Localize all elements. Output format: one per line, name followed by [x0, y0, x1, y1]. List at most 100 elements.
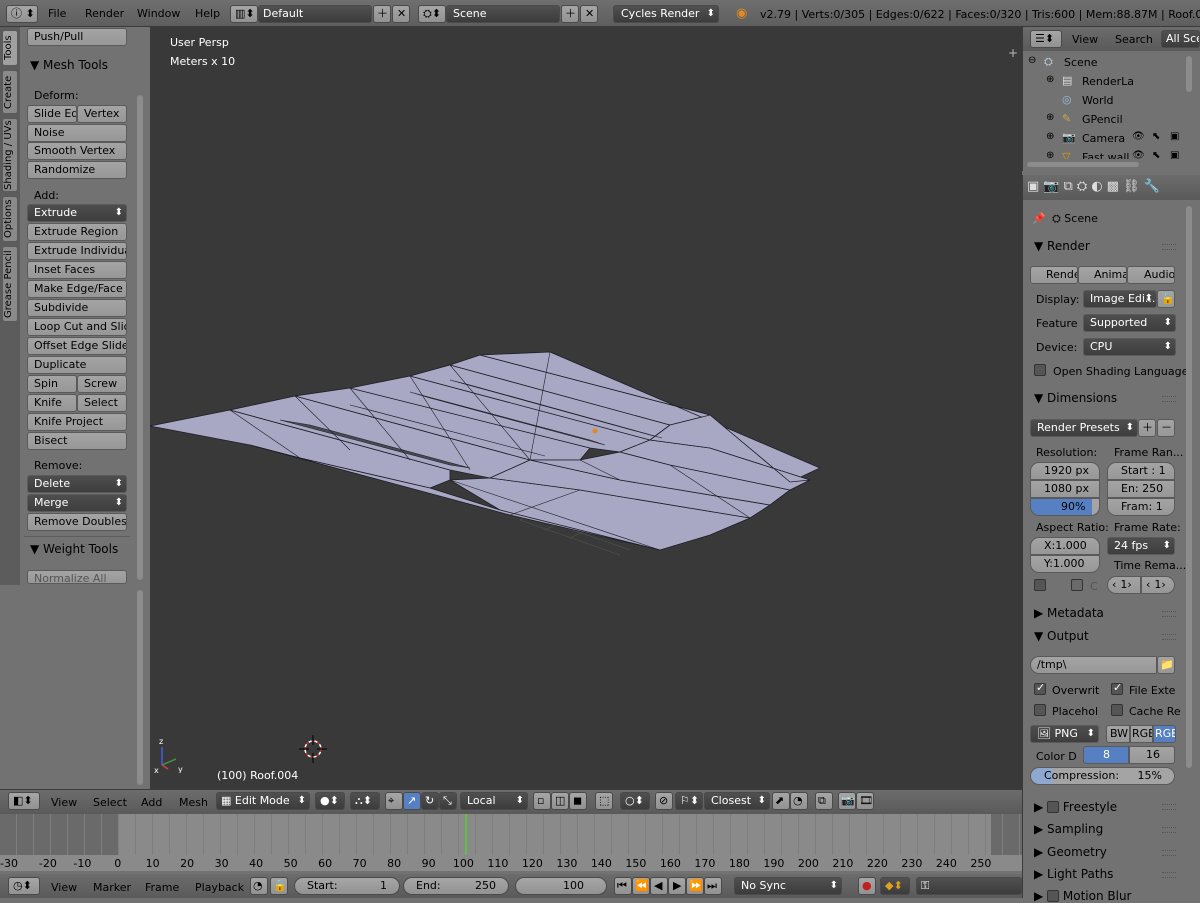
jump-keyframe-forward-icon[interactable]: ⏩ — [686, 877, 704, 895]
color-depth-8-button[interactable]: 8 — [1083, 746, 1129, 764]
overwrite-checkbox[interactable] — [1034, 681, 1046, 695]
toolshelf-scrollbar[interactable] — [137, 95, 143, 580]
color-rgb-button[interactable]: RGB — [1130, 725, 1153, 743]
play-reverse-icon[interactable]: ◀ — [650, 877, 668, 895]
keyframe-insert-icon[interactable]: ⚿ — [916, 877, 1022, 895]
expand-properties-icon[interactable]: + — [1008, 46, 1018, 60]
display-dropdown[interactable]: Image Edi... — [1083, 290, 1157, 308]
frame-start-field[interactable]: Start : 1 — [1107, 462, 1175, 480]
menu-help[interactable]: Help — [195, 7, 220, 20]
duplicate-button[interactable]: Duplicate — [27, 356, 127, 374]
menu-window[interactable]: Window — [137, 7, 180, 20]
3d-cursor-icon[interactable] — [299, 735, 327, 763]
playhead[interactable] — [465, 814, 467, 859]
timeline-menu-playback[interactable]: Playback — [195, 881, 244, 894]
feature-set-dropdown[interactable]: Supported — [1083, 314, 1176, 332]
frame-rate-dropdown[interactable]: 24 fps — [1107, 537, 1175, 555]
outliner-item[interactable]: ⊕ ▽ Fast wall 👁 ⬉ ▣ — [1028, 149, 1188, 159]
output-path-field[interactable]: /tmp\ — [1030, 656, 1157, 674]
opengl-render-icon[interactable]: ⧉ — [815, 792, 833, 810]
outliner-item[interactable]: ⊕ ▤ RenderLa — [1028, 73, 1188, 91]
remove-doubles-button[interactable]: Remove Doubles — [27, 513, 127, 531]
viewport-shading-dropdown[interactable]: ●⬍ — [315, 792, 345, 810]
translate-manipulator-icon[interactable]: ↗ — [403, 792, 421, 810]
renderability-camera-icon[interactable]: ▣ — [1170, 150, 1179, 159]
selectability-cursor-icon[interactable]: ⬉ — [1152, 150, 1160, 159]
tab-options[interactable]: Options — [2, 196, 18, 242]
border-checkbox[interactable] — [1034, 579, 1046, 591]
render-context-icon[interactable]: 📷 — [1043, 179, 1063, 194]
smooth-vertex-button[interactable]: Smooth Vertex — [27, 142, 127, 160]
snap-project-icon[interactable]: ◔ — [790, 792, 808, 810]
tab-tools[interactable]: Tools — [2, 30, 18, 66]
expand-toggle-icon[interactable]: ⊕ — [1046, 112, 1054, 123]
snap-toggle-icon[interactable]: ⊘ — [655, 792, 673, 810]
menu-mesh[interactable]: Mesh — [179, 796, 208, 809]
editor-type-timeline-button[interactable]: ◷⬍ — [8, 877, 40, 895]
start-frame-field[interactable]: Start: 1 — [294, 877, 400, 895]
sampling-panel-grip[interactable] — [1162, 827, 1176, 833]
preview-range-icon[interactable]: ◔ — [250, 877, 268, 895]
animation-button[interactable]: Anima — [1078, 266, 1127, 284]
time-remap-old-field[interactable]: ‹ 1› — [1107, 576, 1141, 594]
menu-view[interactable]: View — [51, 796, 77, 809]
expand-toggle-icon[interactable]: ⊕ — [1046, 131, 1054, 142]
add-preset-icon[interactable]: ＋ — [1138, 419, 1156, 437]
normalize-all-button[interactable]: Normalize All — [27, 570, 127, 584]
freestyle-panel-grip[interactable] — [1162, 804, 1176, 810]
outliner-item[interactable]: ◎ World — [1028, 92, 1188, 110]
frame-step-field[interactable]: Fram: 1 — [1107, 498, 1175, 516]
outliner-display-mode[interactable]: All Sce — [1161, 30, 1200, 48]
render-presets-dropdown[interactable]: Render Presets — [1030, 419, 1138, 437]
resolution-percent-field[interactable]: 90% — [1030, 498, 1100, 516]
merge-dropdown[interactable]: Merge — [27, 494, 127, 512]
auto-keying-icon[interactable]: ● — [858, 877, 876, 895]
motion-blur-checkbox[interactable] — [1047, 890, 1060, 902]
outliner-menu-view[interactable]: View — [1072, 33, 1098, 46]
knife-button[interactable]: Knife — [27, 394, 77, 412]
freestyle-checkbox[interactable] — [1047, 801, 1060, 813]
freestyle-panel-header[interactable]: ▶ Freestyle — [1034, 799, 1117, 814]
aspect-x-field[interactable]: X:1.000 — [1030, 537, 1100, 555]
outliner-item[interactable]: ⊖ ⛭ Scene — [1028, 54, 1188, 72]
file-browse-icon[interactable]: 📁 — [1157, 656, 1175, 674]
randomize-button[interactable]: Randomize — [27, 161, 127, 179]
light-paths-panel-grip[interactable] — [1162, 872, 1176, 878]
noise-button[interactable]: Noise — [27, 124, 127, 142]
vertex-slide-button[interactable]: Vertex — [77, 105, 127, 123]
proportional-edit-dropdown[interactable]: ○⬍ — [620, 792, 650, 810]
editor-type-outliner-button[interactable]: ☰⬍ — [1030, 30, 1062, 48]
compression-slider[interactable]: Compression: 15% — [1030, 767, 1175, 785]
expand-toggle-icon[interactable]: ⊖ — [1028, 55, 1036, 66]
play-icon[interactable]: ▶ — [668, 877, 686, 895]
outliner-hscroll[interactable] — [1027, 162, 1139, 167]
make-edge-face-button[interactable]: Make Edge/Face — [27, 280, 127, 298]
tab-grease-pencil[interactable]: Grease Pencil — [2, 246, 18, 322]
slide-edge-button[interactable]: Slide Ed — [27, 105, 77, 123]
light-paths-panel-header[interactable]: ▶ Light Paths — [1034, 867, 1113, 881]
scale-manipulator-icon[interactable]: ⤡ — [439, 792, 457, 810]
edge-select-icon[interactable]: ◫ — [551, 792, 569, 810]
osl-checkbox[interactable] — [1034, 364, 1046, 376]
scene-field[interactable]: Scene — [446, 5, 560, 23]
snap-align-icon[interactable]: ⬈ — [772, 792, 790, 810]
add-scene-icon[interactable]: ＋ — [561, 5, 579, 23]
tab-create[interactable]: Create — [2, 70, 18, 114]
inset-faces-button[interactable]: Inset Faces — [27, 261, 127, 279]
audio-button[interactable]: Audio — [1127, 266, 1175, 284]
sync-mode-dropdown[interactable]: No Sync — [734, 877, 842, 895]
editor-type-3dview-button[interactable]: ◧⬍ — [8, 792, 40, 810]
manipulator-toggle-icon[interactable]: ⌖ — [385, 792, 403, 810]
extrude-dropdown[interactable]: Extrude — [27, 204, 127, 222]
constraints-context-icon[interactable]: ⛓ — [1123, 179, 1144, 194]
selectability-cursor-icon[interactable]: ⬉ — [1152, 131, 1160, 142]
geometry-panel-grip[interactable] — [1162, 850, 1176, 856]
render-panel-header[interactable]: ▼ Render — [1034, 239, 1090, 253]
outliner-menu-search[interactable]: Search — [1115, 33, 1153, 46]
scene-icon[interactable]: ⛭⬍ — [418, 5, 446, 23]
pivot-dropdown[interactable]: ⛬⬍ — [350, 792, 380, 810]
render-panel-grip[interactable] — [1162, 244, 1176, 250]
motion-blur-panel-header[interactable]: ▶ Motion Blur — [1034, 888, 1131, 903]
metadata-panel-header[interactable]: ▶ Metadata — [1034, 606, 1104, 620]
add-screen-icon[interactable]: ＋ — [373, 5, 391, 23]
